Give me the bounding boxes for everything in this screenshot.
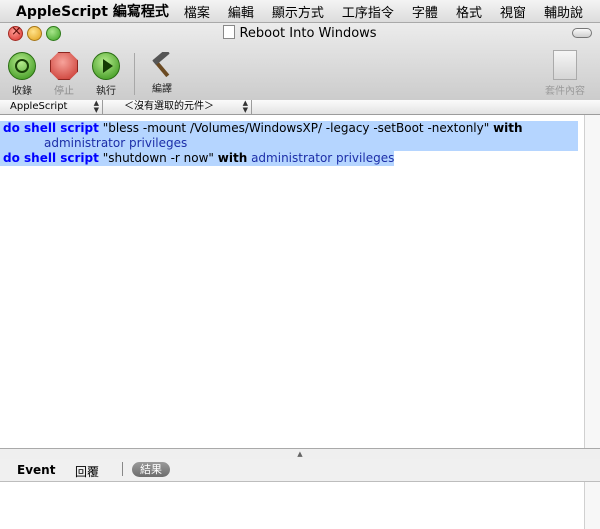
run-icon xyxy=(92,52,120,80)
menu-view[interactable]: 顯示方式 xyxy=(263,2,333,21)
menu-format[interactable]: 格式 xyxy=(447,2,491,21)
compile-label: 編譯 xyxy=(152,84,172,95)
script-editor[interactable]: do shell script "bless -mount /Volumes/W… xyxy=(0,115,584,448)
popup-arrows-icon: ▲ ▼ xyxy=(242,99,248,114)
popup-arrows-icon: ▲ ▼ xyxy=(93,99,99,114)
navigation-bar: AppleScript ▲ ▼ ＜沒有選取的元件＞ ▲ ▼ xyxy=(0,100,600,115)
result-scrollbar[interactable] xyxy=(584,482,600,529)
stop-icon xyxy=(50,52,78,80)
run-label: 執行 xyxy=(96,86,116,97)
menu-bar: AppleScript 編寫程式 檔案 編輯 顯示方式 工序指令 字體 格式 視… xyxy=(0,0,600,23)
term: administrator privileges xyxy=(251,151,395,165)
window-title: Reboot Into Windows xyxy=(0,25,600,41)
menu-font[interactable]: 字體 xyxy=(403,2,447,21)
run-button[interactable]: 執行 xyxy=(86,52,126,97)
result-tab-bar: Event 回覆 結果 xyxy=(0,459,600,482)
record-button[interactable]: 收錄 xyxy=(2,52,42,97)
element-popup[interactable]: ＜沒有選取的元件＞ ▲ ▼ xyxy=(104,100,252,114)
stop-button[interactable]: 停止 xyxy=(44,52,84,97)
menu-script[interactable]: 工序指令 xyxy=(333,2,403,21)
bundle-icon xyxy=(553,50,577,80)
record-label: 收錄 xyxy=(12,86,32,97)
string-literal: "bless -mount /Volumes/WindowsXP/ -legac… xyxy=(102,121,490,135)
hammer-icon xyxy=(149,49,175,78)
script-line-continued[interactable]: administrator privileges xyxy=(0,136,578,151)
window-toolbar: Reboot Into Windows 收錄 停止 執行 編譯 套件內容 xyxy=(0,23,600,110)
string-literal: "shutdown -r now" xyxy=(102,151,214,165)
language-value: AppleScript xyxy=(10,101,68,112)
toolbar-separator xyxy=(134,53,135,95)
menu-app-name[interactable]: AppleScript 編寫程式 xyxy=(0,1,175,21)
stop-label: 停止 xyxy=(54,86,74,97)
tab-reply[interactable]: 回覆 xyxy=(75,463,99,480)
bundle-label: 套件內容 xyxy=(545,86,585,97)
script-line[interactable]: do shell script "shutdown -r now" with a… xyxy=(0,151,395,166)
splitter-grip-icon: ▲ xyxy=(297,450,303,458)
compile-button[interactable]: 編譯 xyxy=(142,49,182,95)
language-popup[interactable]: AppleScript ▲ ▼ xyxy=(0,100,103,114)
keyword: do shell script xyxy=(3,121,99,135)
script-line[interactable]: do shell script "bless -mount /Volumes/W… xyxy=(0,121,578,136)
toolbar-toggle-button[interactable] xyxy=(572,28,592,38)
tab-separator xyxy=(122,462,123,476)
tab-event-log[interactable]: Event xyxy=(17,463,55,477)
record-icon xyxy=(8,52,36,80)
keyword-with: with xyxy=(493,121,523,135)
menu-file[interactable]: 檔案 xyxy=(175,2,219,21)
keyword-with: with xyxy=(217,151,248,165)
term: administrator privileges xyxy=(44,136,188,150)
document-icon[interactable] xyxy=(223,25,236,39)
result-pane[interactable] xyxy=(0,482,600,529)
bundle-contents-button[interactable]: 套件內容 xyxy=(540,50,590,97)
menu-edit[interactable]: 編輯 xyxy=(219,2,263,21)
menu-help[interactable]: 輔助說 xyxy=(535,2,592,21)
tab-result[interactable]: 結果 xyxy=(132,462,170,477)
element-value: ＜沒有選取的元件＞ xyxy=(124,101,214,112)
keyword: do shell script xyxy=(3,151,99,165)
editor-scrollbar[interactable] xyxy=(584,115,600,448)
window-title-text: Reboot Into Windows xyxy=(239,26,377,41)
menu-window[interactable]: 視窗 xyxy=(491,2,535,21)
